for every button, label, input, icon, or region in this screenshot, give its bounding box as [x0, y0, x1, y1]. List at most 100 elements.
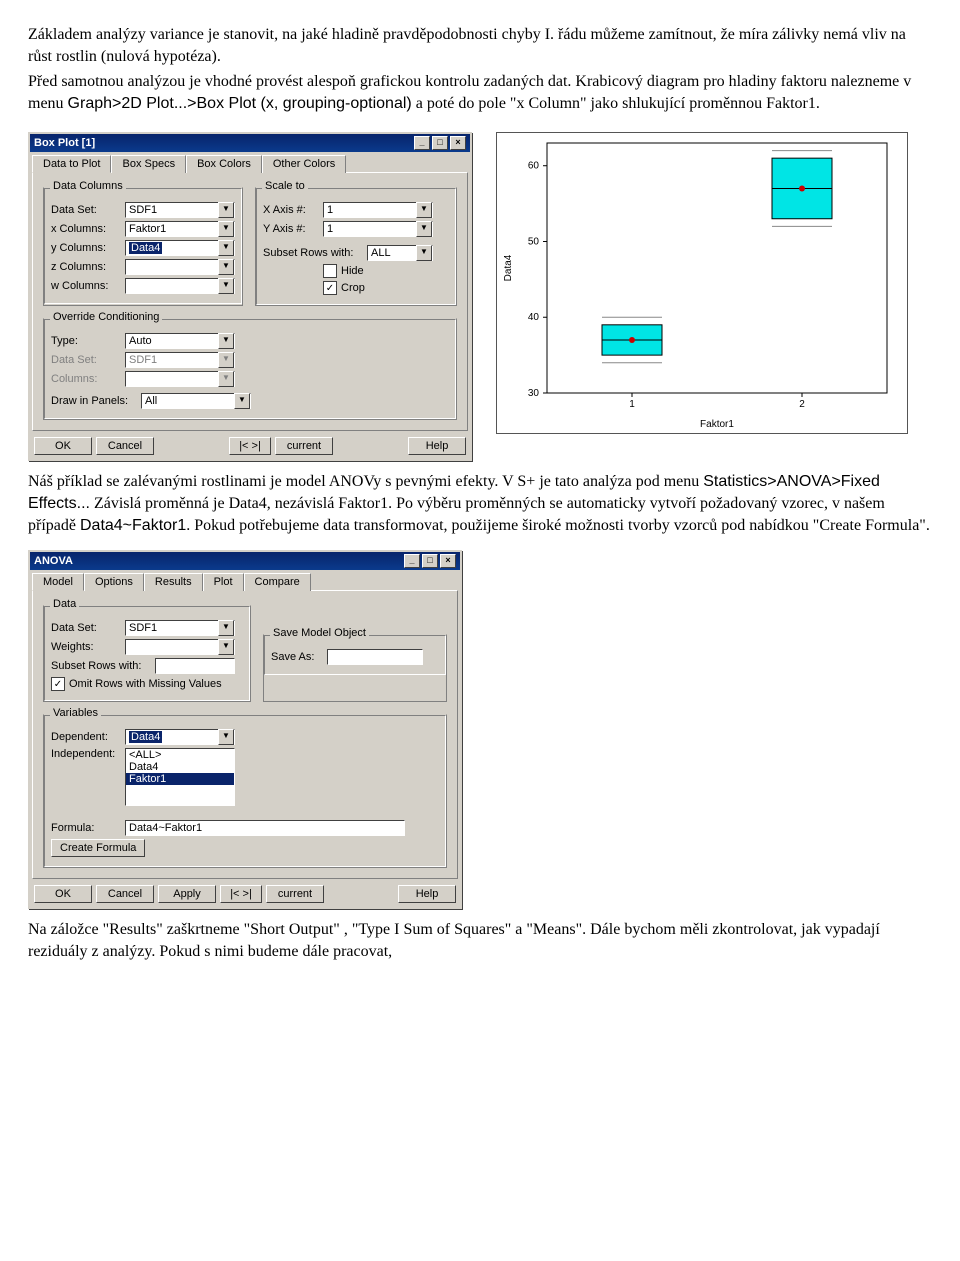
chevron-down-icon[interactable]: ▼: [218, 259, 234, 275]
chevron-down-icon[interactable]: ▼: [218, 221, 234, 237]
svg-text:40: 40: [528, 313, 540, 324]
combo-dep[interactable]: Data4▼: [125, 729, 235, 745]
chevron-down-icon[interactable]: ▼: [218, 639, 234, 655]
lbl-yaxis: Y Axis #:: [263, 223, 319, 235]
combo-draw[interactable]: All▼: [141, 393, 251, 409]
field-a-subset[interactable]: [155, 658, 235, 674]
lbl-subset: Subset Rows with:: [263, 247, 363, 259]
help-button[interactable]: Help: [408, 437, 466, 455]
tab-options[interactable]: Options: [84, 573, 144, 591]
svg-text:60: 60: [528, 161, 540, 172]
chevron-down-icon[interactable]: ▼: [218, 729, 234, 745]
lbl-xaxis: X Axis #:: [263, 204, 319, 216]
para-3: Náš příklad se zalévanými rostlinami je …: [28, 471, 932, 536]
chevron-down-icon[interactable]: ▼: [234, 393, 250, 409]
lbl-ycol: y Columns:: [51, 242, 121, 254]
list-indep[interactable]: <ALL> Data4 Faktor1: [125, 748, 235, 806]
combo-yaxis[interactable]: 1▼: [323, 221, 433, 237]
para-3a: Náš příklad se zalévanými rostlinami je …: [28, 473, 703, 490]
group-title-data: Data: [50, 598, 79, 610]
figure-row-1: Box Plot [1] _ □ × Data to Plot Box Spec…: [28, 132, 932, 461]
field-saveas[interactable]: [327, 649, 423, 665]
combo-wcol[interactable]: ▼: [125, 278, 235, 294]
help-button[interactable]: Help: [398, 885, 456, 903]
field-formula[interactable]: Data4~Faktor1: [125, 820, 405, 836]
chevron-down-icon: ▼: [218, 371, 234, 387]
tab-plot[interactable]: Plot: [203, 573, 244, 591]
tab-compare[interactable]: Compare: [244, 573, 311, 591]
ok-button[interactable]: OK: [34, 885, 92, 903]
svg-text:50: 50: [528, 237, 540, 248]
current-button[interactable]: current: [275, 437, 333, 455]
combo-xcol[interactable]: Faktor1▼: [125, 221, 235, 237]
group-variables: Variables Dependent: Data4▼ Independent:…: [43, 714, 447, 868]
lbl-draw: Draw in Panels:: [51, 395, 137, 407]
cancel-button[interactable]: Cancel: [96, 885, 154, 903]
combo-zcol[interactable]: ▼: [125, 259, 235, 275]
chevron-down-icon[interactable]: ▼: [218, 620, 234, 636]
lbl-omit: Omit Rows with Missing Values: [69, 678, 222, 690]
titlebar: Box Plot [1] _ □ ×: [30, 134, 470, 152]
group-override: Override Conditioning Type: Auto▼ Data S…: [43, 318, 457, 420]
combo-type[interactable]: Auto▼: [125, 333, 235, 349]
combo-a-dataset[interactable]: SDF1▼: [125, 620, 235, 636]
ok-button[interactable]: OK: [34, 437, 92, 455]
chevron-down-icon[interactable]: ▼: [218, 333, 234, 349]
group-title-scale-to: Scale to: [262, 180, 308, 192]
list-item-selected[interactable]: Faktor1: [126, 773, 234, 785]
chk-omit[interactable]: ✓: [51, 677, 65, 691]
combo-weights[interactable]: ▼: [125, 639, 235, 655]
chevron-down-icon[interactable]: ▼: [218, 202, 234, 218]
list-item[interactable]: Data4: [126, 761, 234, 773]
tab-data-to-plot[interactable]: Data to Plot: [32, 155, 111, 173]
max-icon[interactable]: □: [422, 554, 438, 568]
tab-other-colors[interactable]: Other Colors: [262, 155, 346, 173]
svg-text:30: 30: [528, 388, 540, 399]
close-icon[interactable]: ×: [440, 554, 456, 568]
tab-model[interactable]: Model: [32, 573, 84, 591]
para-1: Základem analýzy variance je stanovit, n…: [28, 24, 932, 67]
group-scale-to: Scale to X Axis #: 1▼ Y Axis #: 1▼ Subse…: [255, 187, 457, 306]
min-icon[interactable]: _: [414, 136, 430, 150]
group-data-columns: Data Columns Data Set: SDF1▼ x Columns: …: [43, 187, 243, 306]
nav-button[interactable]: |< >|: [220, 885, 262, 903]
chk-hide[interactable]: [323, 264, 337, 278]
chevron-down-icon[interactable]: ▼: [218, 278, 234, 294]
group-title-save: Save Model Object: [270, 627, 369, 639]
combo-dataset[interactable]: SDF1▼: [125, 202, 235, 218]
combo-subset[interactable]: ALL▼: [367, 245, 433, 261]
lbl-crop: Crop: [341, 282, 365, 294]
group-title-data-columns: Data Columns: [50, 180, 126, 192]
list-item[interactable]: <ALL>: [126, 749, 234, 761]
cancel-button[interactable]: Cancel: [96, 437, 154, 455]
nav-button[interactable]: |< >|: [229, 437, 271, 455]
combo-xaxis[interactable]: 1▼: [323, 202, 433, 218]
para-4: Na záložce "Results" zaškrtneme "Short O…: [28, 919, 932, 962]
tab-results[interactable]: Results: [144, 573, 203, 591]
titlebar: ANOVA _ □ ×: [30, 552, 460, 570]
tab-box-specs[interactable]: Box Specs: [111, 155, 186, 173]
menu-path-1: Graph>2D Plot...>Box Plot (x, grouping-o…: [68, 95, 412, 112]
formula-text: Data4~Faktor1: [80, 517, 186, 534]
apply-button[interactable]: Apply: [158, 885, 216, 903]
current-button[interactable]: current: [266, 885, 324, 903]
para-3e: . Pokud potřebujeme data transformovat, …: [186, 517, 930, 534]
figure-anova: ANOVA _ □ × Model Options Results Plot C…: [28, 550, 932, 909]
close-icon[interactable]: ×: [450, 136, 466, 150]
boxplot-dialog: Box Plot [1] _ □ × Data to Plot Box Spec…: [28, 132, 472, 461]
max-icon[interactable]: □: [432, 136, 448, 150]
chevron-down-icon[interactable]: ▼: [416, 245, 432, 261]
tab-box-colors[interactable]: Box Colors: [186, 155, 262, 173]
lbl-saveas: Save As:: [271, 651, 323, 663]
combo-dataset2: SDF1▼: [125, 352, 235, 368]
chevron-down-icon[interactable]: ▼: [218, 240, 234, 256]
window-title: Box Plot [1]: [34, 137, 95, 149]
chk-crop[interactable]: ✓: [323, 281, 337, 295]
group-title-vars: Variables: [50, 707, 101, 719]
chevron-down-icon[interactable]: ▼: [416, 221, 432, 237]
group-save: Save Model Object Save As:: [263, 634, 447, 702]
min-icon[interactable]: _: [404, 554, 420, 568]
combo-ycol[interactable]: Data4▼: [125, 240, 235, 256]
create-formula-button[interactable]: Create Formula: [51, 839, 145, 857]
chevron-down-icon[interactable]: ▼: [416, 202, 432, 218]
